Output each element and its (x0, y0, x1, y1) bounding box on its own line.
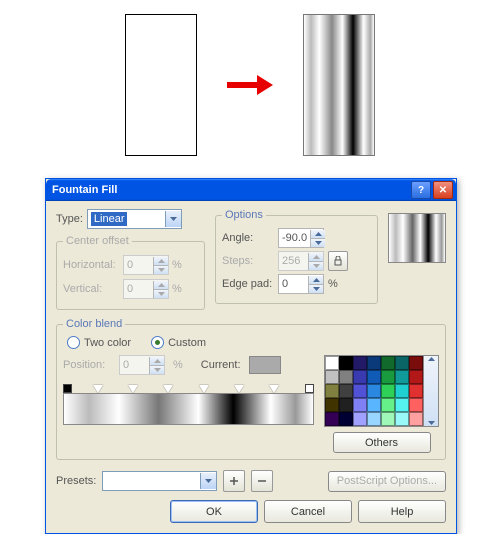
palette-swatch[interactable] (381, 370, 395, 384)
presets-label: Presets: (56, 475, 96, 487)
palette-swatch[interactable] (395, 356, 409, 370)
steps-label: Steps: (222, 255, 278, 267)
chevron-down-icon[interactable] (165, 211, 181, 227)
palette-swatch[interactable] (395, 370, 409, 384)
palette-swatch[interactable] (367, 412, 381, 426)
position-label: Position: (63, 359, 111, 371)
type-value: Linear (91, 212, 128, 226)
palette-swatch[interactable] (325, 412, 339, 426)
type-combo[interactable]: Linear (87, 209, 182, 229)
preset-add-button[interactable] (223, 470, 245, 492)
palette-swatch[interactable] (325, 356, 339, 370)
custom-radio[interactable]: Custom (151, 336, 206, 349)
color-blend-group: Color blend Two color Custom Position: (56, 318, 446, 460)
palette-swatch[interactable] (367, 356, 381, 370)
palette-swatch[interactable] (395, 412, 409, 426)
help-icon[interactable]: ? (411, 181, 431, 199)
color-palette[interactable] (324, 355, 424, 427)
vertical-spin: 0 (123, 279, 169, 299)
palette-swatch[interactable] (409, 356, 423, 370)
vertical-label: Vertical: (63, 283, 123, 295)
ok-button[interactable]: OK (170, 500, 258, 523)
close-icon[interactable]: ✕ (433, 181, 453, 199)
gradient-markers[interactable] (63, 381, 314, 393)
palette-swatch[interactable] (381, 384, 395, 398)
presets-combo[interactable] (102, 471, 217, 491)
others-button[interactable]: Others (333, 432, 431, 453)
options-group: Options Angle: -90.0 Steps: 256 (215, 209, 378, 304)
fountain-fill-dialog: Fountain Fill ? ✕ Type: Linear (45, 178, 457, 534)
current-color-swatch[interactable] (249, 356, 281, 374)
palette-swatch[interactable] (353, 412, 367, 426)
horizontal-label: Horizontal: (63, 259, 123, 271)
palette-swatch[interactable] (367, 398, 381, 412)
palette-swatch[interactable] (409, 398, 423, 412)
palette-swatch[interactable] (339, 398, 353, 412)
cancel-button[interactable]: Cancel (264, 500, 352, 523)
rect-before (125, 14, 197, 156)
rect-after (303, 14, 375, 156)
lock-icon[interactable] (328, 251, 348, 271)
angle-spin[interactable]: -90.0 (278, 228, 324, 248)
titlebar[interactable]: Fountain Fill ? ✕ (46, 179, 456, 201)
palette-swatch[interactable] (339, 370, 353, 384)
palette-swatch[interactable] (325, 384, 339, 398)
palette-swatch[interactable] (381, 412, 395, 426)
palette-swatch[interactable] (353, 384, 367, 398)
illustration (0, 0, 500, 170)
palette-swatch[interactable] (409, 384, 423, 398)
position-spin: 0 (119, 355, 165, 375)
palette-swatch[interactable] (381, 398, 395, 412)
palette-swatch[interactable] (367, 370, 381, 384)
current-label: Current: (201, 359, 241, 371)
palette-swatch[interactable] (339, 384, 353, 398)
palette-swatch[interactable] (325, 370, 339, 384)
palette-swatch[interactable] (325, 398, 339, 412)
palette-swatch[interactable] (381, 356, 395, 370)
palette-swatch[interactable] (409, 412, 423, 426)
help-button[interactable]: Help (358, 500, 446, 523)
gradient-preview (388, 213, 446, 263)
palette-swatch[interactable] (395, 398, 409, 412)
steps-spin: 256 (278, 251, 324, 271)
horizontal-spin: 0 (123, 255, 169, 275)
postscript-options-button: PostScript Options... (328, 471, 446, 492)
dialog-title: Fountain Fill (52, 184, 117, 196)
color-blend-legend: Color blend (63, 318, 125, 330)
center-offset-group: Center offset Horizontal: 0 % Vertical: … (56, 235, 205, 310)
preset-remove-button[interactable] (251, 470, 273, 492)
palette-swatch[interactable] (339, 356, 353, 370)
edgepad-label: Edge pad: (222, 278, 278, 290)
options-legend: Options (222, 209, 266, 221)
palette-swatch[interactable] (353, 398, 367, 412)
color-palette-area: Others (324, 355, 439, 453)
palette-swatch[interactable] (353, 370, 367, 384)
palette-swatch[interactable] (353, 356, 367, 370)
palette-scrollbar[interactable] (424, 355, 439, 427)
chevron-down-icon[interactable] (200, 473, 216, 489)
type-label: Type: (56, 213, 83, 225)
edgepad-spin[interactable]: 0 (278, 274, 324, 294)
two-color-radio[interactable]: Two color (67, 336, 131, 349)
palette-swatch[interactable] (395, 384, 409, 398)
angle-label: Angle: (222, 232, 278, 244)
palette-swatch[interactable] (339, 412, 353, 426)
gradient-editor[interactable] (63, 393, 314, 425)
palette-swatch[interactable] (367, 384, 381, 398)
palette-swatch[interactable] (409, 370, 423, 384)
center-offset-legend: Center offset (63, 235, 132, 247)
arrow-icon (227, 75, 273, 95)
